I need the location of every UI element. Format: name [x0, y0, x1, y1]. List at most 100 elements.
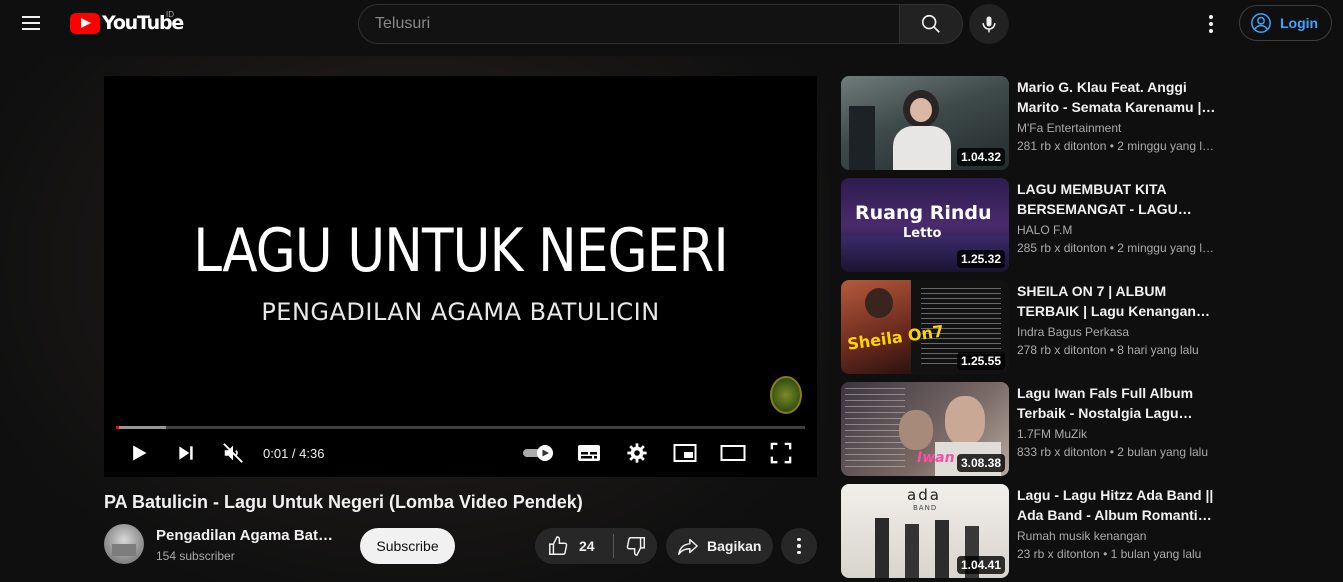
thumbnail-subtitle: Letto	[903, 226, 942, 241]
recommendation-title[interactable]: Lagu - Lagu Hitzz Ada Band || Ada Band -…	[1017, 485, 1217, 525]
theater-mode-icon	[720, 445, 746, 461]
duration-badge: 3.08.38	[956, 454, 1005, 472]
view-count: 23 rb x ditonton	[1017, 547, 1100, 561]
duration-badge: 1.04.32	[956, 148, 1005, 166]
recommendation-channel[interactable]: Indra Bagus Perkasa	[1017, 325, 1129, 339]
avatar[interactable]	[104, 524, 144, 564]
recommendation-title[interactable]: Lagu Iwan Fals Full Album Terbaik - Nost…	[1017, 383, 1217, 423]
thumbnail[interactable]: Iwan 3.08.38	[841, 382, 1009, 476]
recommendation-meta: 833 rb x ditonton • 2 bulan yang lalu	[1017, 445, 1209, 459]
view-count: 281 rb x ditonton	[1017, 139, 1107, 153]
subscribe-button[interactable]: Subscribe	[360, 528, 455, 564]
search-icon	[921, 14, 940, 33]
more-actions-button[interactable]	[781, 528, 817, 564]
channel-name[interactable]: Pengadilan Agama Batulicin	[156, 527, 336, 544]
list-item[interactable]: 1.04.32 Mario G. Klau Feat. Anggi Marito…	[841, 76, 1217, 170]
progress-played	[116, 426, 119, 429]
recommendation-title[interactable]: Mario G. Klau Feat. Anggi Marito - Semat…	[1017, 77, 1217, 117]
subtitles-button[interactable]	[576, 440, 602, 466]
login-button[interactable]: Login	[1239, 5, 1332, 41]
search-button[interactable]	[899, 4, 963, 44]
video-overlay-subtitle: PENGADILAN AGAMA BATULICIN	[261, 298, 660, 326]
recommendation-channel[interactable]: HALO F.M	[1017, 223, 1072, 237]
player-controls: 0:01 / 4:36	[104, 436, 817, 470]
miniplayer-button[interactable]	[672, 440, 698, 466]
duration-badge: 1.25.55	[956, 352, 1005, 370]
recommendation-channel[interactable]: M'Fa Entertainment	[1017, 121, 1121, 135]
mute-button[interactable]	[220, 440, 246, 466]
next-button[interactable]	[173, 440, 199, 466]
recommendation-meta: 281 rb x ditonton • 2 minggu yang lalu	[1017, 139, 1217, 153]
dislike-button[interactable]	[614, 528, 657, 564]
thumbnail-title: ada	[907, 486, 941, 504]
hamburger-icon[interactable]	[22, 12, 48, 36]
thumbnail[interactable]: Sheila On7 1.25.55	[841, 280, 1009, 374]
share-label: Bagikan	[707, 538, 762, 554]
video-player[interactable]: LAGU UNTUK NEGERI PENGADILAN AGAMA BATUL…	[104, 76, 817, 477]
recommendation-channel[interactable]: Rumah musik kenangan	[1017, 529, 1146, 543]
more-vert-icon[interactable]	[1198, 10, 1224, 38]
recommendation-meta: 278 rb x ditonton • 8 hari yang lalu	[1017, 343, 1199, 357]
duration-badge: 1.25.32	[956, 250, 1005, 268]
search-bar	[358, 4, 963, 44]
upload-age: 1 bulan yang lalu	[1110, 547, 1202, 561]
settings-button[interactable]	[624, 440, 650, 466]
emblem-logo	[770, 376, 802, 414]
autoplay-toggle-icon	[523, 445, 553, 461]
progress-buffer	[116, 426, 166, 429]
skip-next-icon	[179, 446, 193, 460]
miniplayer-icon	[673, 444, 697, 462]
time-current: 0:01	[263, 446, 289, 461]
login-label: Login	[1280, 15, 1319, 31]
fullscreen-icon	[770, 442, 792, 464]
list-item[interactable]: ada BAND 1.04.41 Lagu - Lagu Hitzz Ada B…	[841, 484, 1213, 578]
upload-age: 8 hari yang lalu	[1117, 343, 1199, 357]
logo-region-code: ID	[166, 10, 174, 19]
thumbnail[interactable]: 1.04.32	[841, 76, 1009, 170]
masthead: YouTube ID Login	[0, 0, 1343, 48]
list-item[interactable]: Ruang Rindu Letto 1.25.32 LAGU MEMBUAT K…	[841, 178, 1217, 272]
like-button[interactable]: 24	[535, 528, 613, 564]
view-count: 278 rb x ditonton	[1017, 343, 1107, 357]
list-item[interactable]: Iwan 3.08.38 Lagu Iwan Fals Full Album T…	[841, 382, 1208, 476]
voice-search-button[interactable]	[969, 4, 1009, 44]
like-dislike-group: 24	[535, 528, 657, 564]
subscriber-count: 154 subscriber	[156, 549, 235, 563]
progress-bar[interactable]	[116, 426, 805, 429]
subtitles-icon	[578, 445, 600, 461]
time-total: 4:36	[299, 446, 325, 461]
video-overlay-title: LAGU UNTUK NEGERI	[193, 216, 728, 286]
thumbnail[interactable]: Ruang Rindu Letto 1.25.32	[841, 178, 1009, 272]
volume-muted-icon	[223, 443, 243, 463]
recommendation-title[interactable]: LAGU MEMBUAT KITA BERSEMANGAT - LAGU BAN…	[1017, 179, 1217, 219]
recommendation-title[interactable]: SHEILA ON 7 | ALBUM TERBAIK | Lagu Kenan…	[1017, 281, 1217, 321]
video-title: PA Batulicin - Lagu Untuk Negeri (Lomba …	[104, 492, 583, 512]
like-count: 24	[579, 538, 595, 554]
view-count: 285 rb x ditonton	[1017, 241, 1107, 255]
duration-badge: 1.04.41	[956, 556, 1005, 574]
time-separator: /	[288, 446, 300, 461]
play-button[interactable]	[126, 440, 152, 466]
account-icon	[1251, 13, 1271, 33]
play-icon	[133, 445, 147, 461]
theater-mode-button[interactable]	[720, 440, 746, 466]
youtube-play-icon	[70, 12, 100, 34]
upload-age: 2 minggu yang lalu	[1117, 241, 1217, 255]
thumbnail[interactable]: ada BAND 1.04.41	[841, 484, 1009, 578]
autoplay-toggle[interactable]	[522, 440, 556, 466]
fullscreen-button[interactable]	[768, 440, 794, 466]
recommendation-channel[interactable]: 1.7FM MuZik	[1017, 427, 1087, 441]
recommendation-meta: 23 rb x ditonton • 1 bulan yang lalu	[1017, 547, 1202, 561]
mic-icon	[982, 16, 996, 33]
list-item[interactable]: Sheila On7 1.25.55 SHEILA ON 7 | ALBUM T…	[841, 280, 1201, 374]
share-button[interactable]: Bagikan	[666, 528, 773, 564]
thumb-up-icon	[549, 536, 568, 555]
youtube-logo[interactable]: YouTube ID	[70, 10, 184, 34]
view-count: 833 rb x ditonton	[1017, 445, 1107, 459]
time-display: 0:01 / 4:36	[263, 446, 324, 461]
upload-age: 2 minggu yang lalu	[1117, 139, 1217, 153]
upload-age: 2 bulan yang lalu	[1117, 445, 1209, 459]
thumbnail-title: Ruang Rindu	[855, 202, 992, 224]
search-input[interactable]	[358, 4, 899, 44]
recommendation-meta: 285 rb x ditonton • 2 minggu yang lalu	[1017, 241, 1217, 255]
